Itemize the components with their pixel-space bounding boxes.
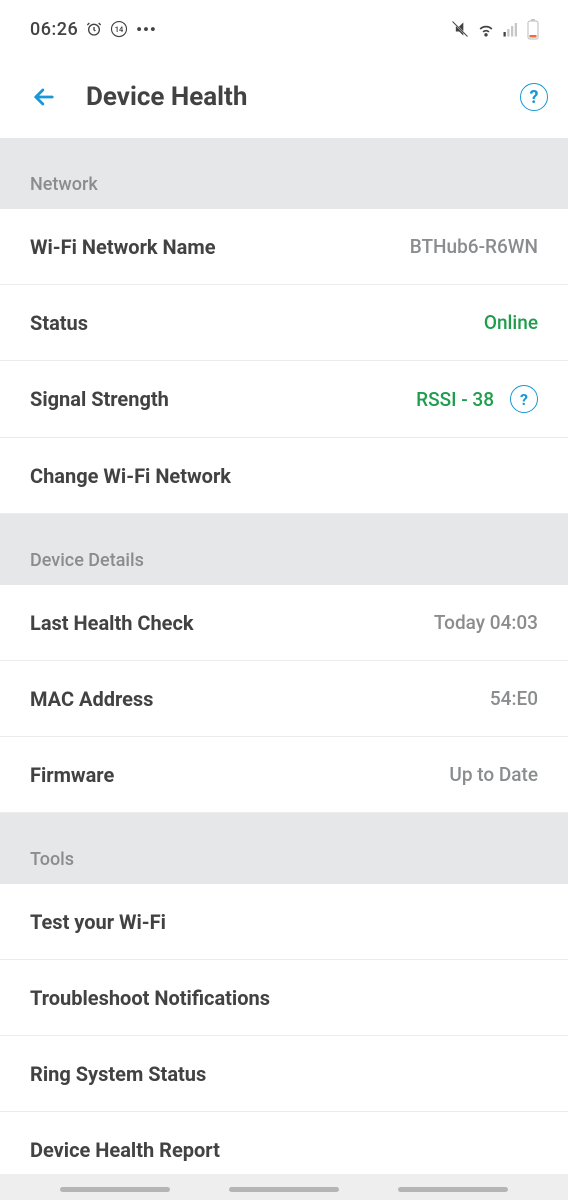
section-header-network: Network bbox=[0, 138, 568, 209]
health-report-label: Device Health Report bbox=[30, 1138, 220, 1162]
nav-pill-home[interactable] bbox=[229, 1187, 339, 1192]
more-dots-icon: ••• bbox=[136, 20, 157, 39]
nav-pill-bar bbox=[0, 1187, 568, 1192]
vibrate-mute-icon bbox=[450, 19, 470, 39]
signal-help-button[interactable]: ? bbox=[510, 385, 538, 413]
signal-bars-icon bbox=[502, 20, 520, 38]
row-test-wifi[interactable]: Test your Wi-Fi bbox=[0, 884, 568, 960]
row-firmware: Firmware Up to Date bbox=[0, 737, 568, 813]
signal-value-wrap: RSSI - 38 ? bbox=[416, 385, 538, 413]
wifi-icon bbox=[476, 19, 496, 39]
status-bar-right bbox=[450, 18, 540, 40]
change-wifi-label: Change Wi-Fi Network bbox=[30, 464, 231, 488]
mac-value: 54:E0 bbox=[490, 687, 538, 710]
row-status: Status Online bbox=[0, 285, 568, 361]
last-check-value: Today 04:03 bbox=[434, 611, 538, 634]
row-change-wifi[interactable]: Change Wi-Fi Network bbox=[0, 438, 568, 514]
page-title: Device Health bbox=[86, 82, 520, 112]
section-header-device-details: Device Details bbox=[0, 514, 568, 585]
status-bar-left: 06:26 14 ••• bbox=[30, 19, 157, 40]
row-mac-address: MAC Address 54:E0 bbox=[0, 661, 568, 737]
row-wifi-name: Wi-Fi Network Name BTHub6-R6WN bbox=[0, 209, 568, 285]
nav-pill-back[interactable] bbox=[398, 1187, 508, 1192]
help-button[interactable]: ? bbox=[520, 83, 548, 111]
nav-pill-recents[interactable] bbox=[60, 1187, 170, 1192]
firmware-label: Firmware bbox=[30, 763, 114, 787]
battery-icon bbox=[526, 18, 540, 40]
status-time: 06:26 bbox=[30, 19, 78, 40]
row-signal-strength: Signal Strength RSSI - 38 ? bbox=[0, 361, 568, 438]
notification-badge-icon: 14 bbox=[110, 20, 128, 38]
signal-value: RSSI - 38 bbox=[416, 388, 494, 411]
mac-label: MAC Address bbox=[30, 687, 153, 711]
status-label: Status bbox=[30, 311, 88, 335]
firmware-value: Up to Date bbox=[449, 763, 538, 786]
row-last-health-check: Last Health Check Today 04:03 bbox=[0, 585, 568, 661]
header-bar: Device Health ? bbox=[0, 56, 568, 138]
system-status-label: Ring System Status bbox=[30, 1062, 206, 1086]
status-bar: 06:26 14 ••• bbox=[0, 0, 568, 56]
wifi-name-value: BTHub6-R6WN bbox=[410, 235, 538, 258]
status-value: Online bbox=[484, 311, 538, 334]
troubleshoot-label: Troubleshoot Notifications bbox=[30, 986, 270, 1010]
svg-text:14: 14 bbox=[115, 25, 124, 34]
section-header-tools: Tools bbox=[0, 813, 568, 884]
signal-label: Signal Strength bbox=[30, 387, 169, 411]
last-check-label: Last Health Check bbox=[30, 611, 194, 635]
row-troubleshoot-notifications[interactable]: Troubleshoot Notifications bbox=[0, 960, 568, 1036]
back-button[interactable] bbox=[20, 73, 68, 121]
wifi-name-label: Wi-Fi Network Name bbox=[30, 235, 216, 259]
row-ring-system-status[interactable]: Ring System Status bbox=[0, 1036, 568, 1112]
alarm-icon bbox=[86, 21, 102, 37]
test-wifi-label: Test your Wi-Fi bbox=[30, 910, 166, 934]
